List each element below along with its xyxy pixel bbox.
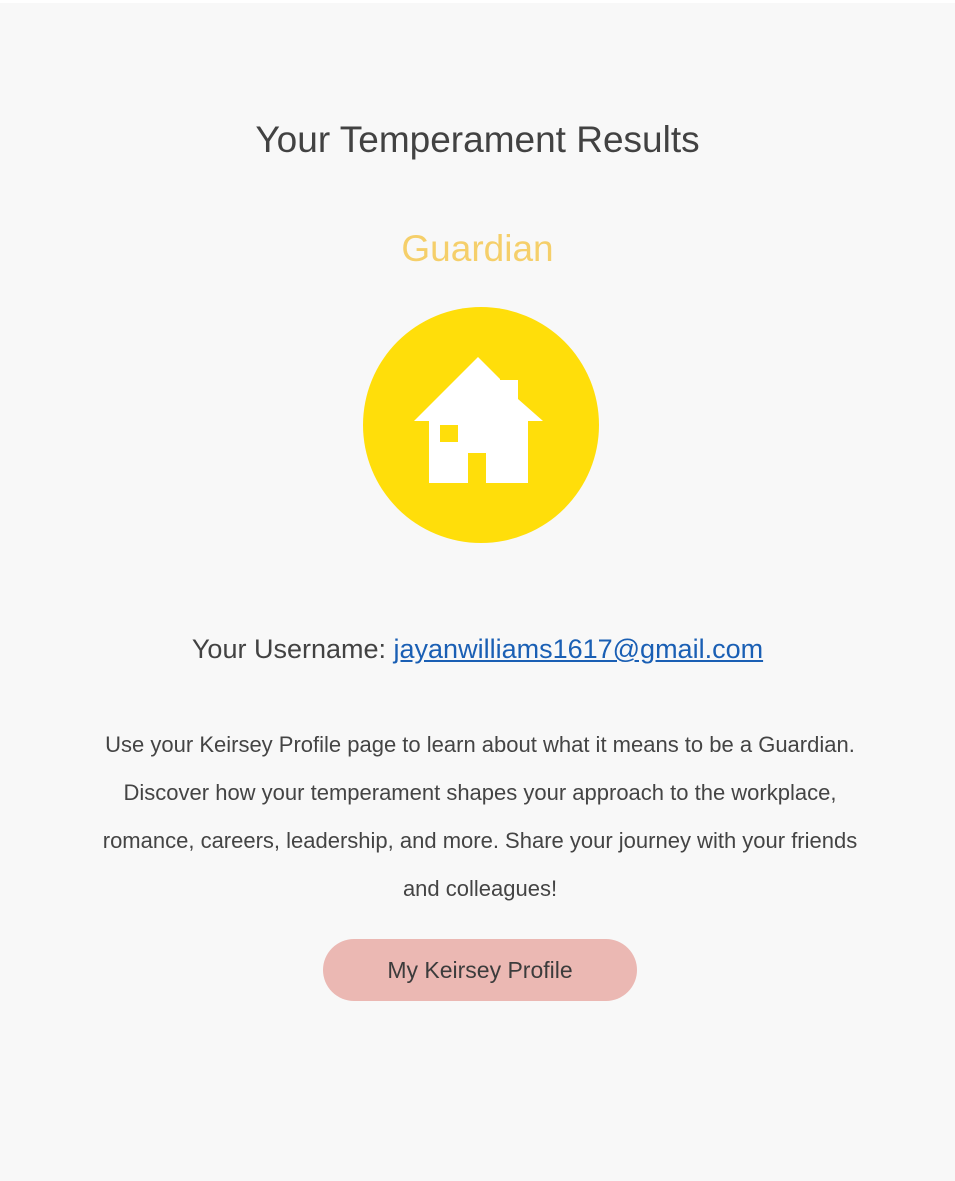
page-title: Your Temperament Results	[255, 119, 700, 160]
profile-description: Use your Keirsey Profile page to learn a…	[102, 732, 858, 901]
temperament-name: Guardian	[401, 228, 554, 269]
results-page: Your Temperament Results Guardian Your U…	[0, 3, 955, 1181]
house-door	[468, 453, 486, 483]
house-icon	[363, 307, 599, 543]
house-window	[440, 425, 458, 442]
temperament-badge	[363, 307, 599, 543]
username-line: Your Username: jayanwilliams1617@gmail.c…	[0, 631, 955, 667]
username-link[interactable]: jayanwilliams1617@gmail.com	[394, 634, 764, 664]
username-label: Your Username:	[191, 634, 387, 664]
my-keirsey-profile-button[interactable]: My Keirsey Profile	[323, 939, 637, 1001]
